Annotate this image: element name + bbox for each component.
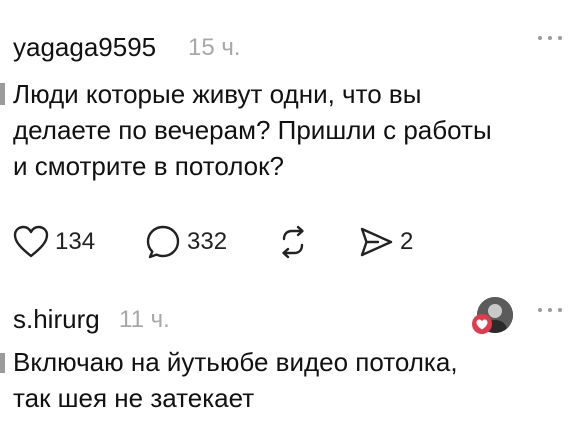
post-1-text: Люди которые живут одни, что вы делаете …: [13, 76, 573, 184]
post-2-text-line-1: Включаю на йутьюбе видео потолка,: [13, 347, 458, 377]
post-1: yagaga9595 15 ч. Люди которые живут одни…: [13, 32, 586, 302]
repost-icon: [282, 225, 304, 259]
share-button[interactable]: 2: [358, 222, 413, 262]
like-button[interactable]: 134: [13, 222, 95, 262]
heart-filled-icon: [472, 314, 492, 334]
more-icon[interactable]: [538, 36, 564, 46]
post-1-text-line-1: Люди которые живут одни, что вы: [13, 79, 422, 109]
send-icon: [360, 227, 393, 257]
post-1-username[interactable]: yagaga9595: [13, 32, 156, 63]
post-1-header: yagaga9595 15 ч.: [13, 32, 586, 72]
post-2-text-line-2: так шея не затекает: [13, 383, 255, 413]
post-2-text: Включаю на йутьюбе видео потолка, так ше…: [13, 344, 573, 416]
share-count: 2: [400, 228, 414, 255]
post-1-text-line-2: делаете по вечерам? Пришли с работы: [13, 115, 492, 145]
post-1-text-line-3: и смотрите в потолок?: [13, 151, 284, 181]
post-2-username[interactable]: s.hirurg: [13, 304, 100, 335]
comment-count: 332: [187, 228, 228, 255]
thread-line-bottom: [0, 353, 5, 373]
post-1-time: 15 ч.: [188, 34, 241, 61]
thread-line-top: [0, 83, 5, 105]
like-count: 134: [55, 228, 96, 255]
heart-outline-icon: [13, 225, 49, 258]
comment-button[interactable]: 332: [145, 222, 227, 262]
comment-bubble-icon: [146, 225, 180, 259]
post-1-actions: 134 332 2: [13, 222, 453, 262]
post-2-time: 11 ч.: [119, 306, 170, 333]
more-icon[interactable]: [538, 308, 564, 318]
repost-button[interactable]: [275, 222, 311, 262]
